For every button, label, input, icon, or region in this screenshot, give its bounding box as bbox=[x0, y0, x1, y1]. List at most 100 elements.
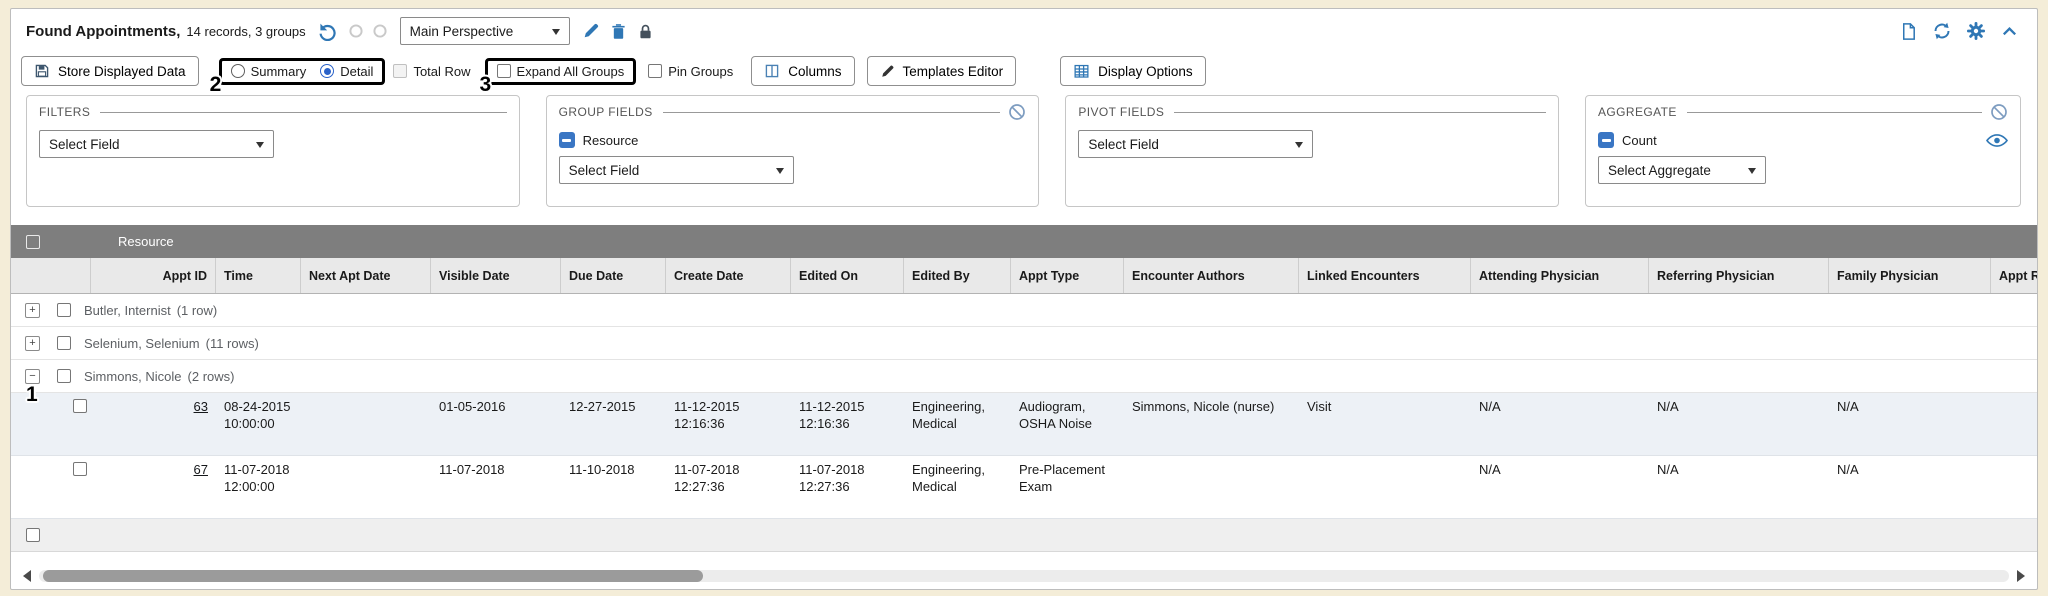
pin-groups-checkbox[interactable] bbox=[648, 64, 662, 78]
footer-checkbox[interactable] bbox=[26, 528, 40, 542]
expand-group-icon[interactable]: + bbox=[25, 303, 40, 318]
detail-radio[interactable] bbox=[320, 64, 334, 78]
group-field-select-value: Select Field bbox=[569, 163, 640, 178]
delete-perspective-trash-icon[interactable] bbox=[610, 23, 627, 40]
expand-all-groups-label: Expand All Groups bbox=[517, 64, 625, 79]
total-row-control: Total Row bbox=[393, 64, 470, 79]
scrollbar-thumb[interactable] bbox=[43, 570, 703, 582]
aggregate-visibility-eye-icon[interactable] bbox=[1986, 133, 2008, 148]
column-header-appt-id[interactable]: Appt ID bbox=[91, 258, 216, 293]
aggregate-clear-icon[interactable] bbox=[1990, 103, 2008, 121]
row-lead-cell bbox=[11, 393, 91, 455]
remove-group-field-icon[interactable] bbox=[559, 132, 575, 148]
scrollbar-track[interactable] bbox=[39, 570, 2009, 582]
column-header-edited-by[interactable]: Edited By bbox=[904, 258, 1011, 293]
group-field-chip-row: Resource bbox=[559, 132, 1027, 148]
appointments-table: Resource Appt ID Time Next Apt Date Visi… bbox=[11, 225, 2038, 552]
cell-due-date: 11-10-2018 bbox=[561, 456, 666, 518]
cell-appt-type: Audiogram, OSHA Noise bbox=[1011, 393, 1124, 455]
column-header-appt-re[interactable]: Appt Re bbox=[1991, 258, 2038, 293]
group-name: Selenium, Selenium bbox=[84, 336, 200, 351]
column-header-family-physician[interactable]: Family Physician bbox=[1829, 258, 1991, 293]
display-options-label: Display Options bbox=[1098, 64, 1193, 79]
undo-icon[interactable] bbox=[318, 21, 338, 41]
aggregate-select[interactable]: Select Aggregate bbox=[1598, 156, 1766, 184]
pivot-field-select-value: Select Field bbox=[1088, 137, 1159, 152]
group-fields-clear-icon[interactable] bbox=[1008, 103, 1026, 121]
appt-id-link[interactable]: 67 bbox=[194, 462, 208, 477]
appt-id-link[interactable]: 63 bbox=[194, 399, 208, 414]
group-name: Simmons, Nicole bbox=[84, 369, 182, 384]
records-summary: 14 records, 3 groups bbox=[186, 24, 305, 39]
row-checkbox[interactable] bbox=[73, 399, 87, 413]
column-header-appt-type[interactable]: Appt Type bbox=[1011, 258, 1124, 293]
detail-radio-label: Detail bbox=[340, 64, 373, 79]
history-disabled-icon[interactable] bbox=[372, 23, 388, 39]
cell-encounter-authors: Simmons, Nicole (nurse) bbox=[1124, 393, 1299, 455]
column-header-visible-date[interactable]: Visible Date bbox=[431, 258, 561, 293]
templates-pencil-icon bbox=[880, 64, 895, 79]
annotation-marker-1: 1 bbox=[26, 384, 38, 405]
column-header-encounter-authors[interactable]: Encounter Authors bbox=[1124, 258, 1299, 293]
cell-next-apt-date bbox=[301, 393, 431, 455]
export-document-icon[interactable] bbox=[1899, 22, 1918, 41]
scroll-left-icon[interactable] bbox=[23, 570, 31, 582]
cell-referring-physician: N/A bbox=[1649, 456, 1829, 518]
filters-panel-title: FILTERS bbox=[39, 105, 90, 119]
select-all-checkbox[interactable] bbox=[26, 235, 40, 249]
templates-editor-button[interactable]: Templates Editor bbox=[867, 56, 1017, 86]
row-checkbox[interactable] bbox=[73, 462, 87, 476]
group-checkbox[interactable] bbox=[57, 336, 71, 350]
group-row-selenium: + Selenium, Selenium (11 rows) bbox=[11, 327, 2038, 360]
pivot-fields-panel: PIVOT FIELDS Select Field bbox=[1065, 95, 1559, 207]
scroll-right-icon[interactable] bbox=[2017, 570, 2025, 582]
total-row-checkbox[interactable] bbox=[393, 64, 407, 78]
expand-group-icon[interactable]: + bbox=[25, 336, 40, 351]
refresh-icon[interactable] bbox=[1932, 21, 1952, 41]
column-header-create-date[interactable]: Create Date bbox=[666, 258, 791, 293]
cell-referring-physician: N/A bbox=[1649, 393, 1829, 455]
edit-perspective-pencil-icon[interactable] bbox=[582, 22, 600, 40]
cell-attending-physician: N/A bbox=[1471, 393, 1649, 455]
collapse-group-icon[interactable]: − bbox=[25, 369, 40, 384]
lock-icon[interactable] bbox=[637, 23, 654, 40]
cell-time: 08-24-2015 10:00:00 bbox=[216, 393, 301, 455]
cell-create-date: 11-12-2015 12:16:36 bbox=[666, 393, 791, 455]
column-header-edited-on[interactable]: Edited On bbox=[791, 258, 904, 293]
settings-gear-icon[interactable] bbox=[1966, 21, 1986, 41]
group-fields-panel-rule bbox=[663, 112, 1001, 113]
column-header-time[interactable]: Time bbox=[216, 258, 301, 293]
filters-field-select[interactable]: Select Field bbox=[39, 130, 274, 158]
column-header-row: Appt ID Time Next Apt Date Visible Date … bbox=[11, 258, 2038, 294]
templates-editor-label: Templates Editor bbox=[903, 64, 1004, 79]
column-header-attending-physician[interactable]: Attending Physician bbox=[1471, 258, 1649, 293]
cell-edited-by: Engineering, Medical bbox=[904, 393, 1011, 455]
column-header-next-apt-date[interactable]: Next Apt Date bbox=[301, 258, 431, 293]
title-row: Found Appointments, 14 records, 3 groups… bbox=[11, 9, 2037, 53]
redo-disabled-icon[interactable] bbox=[348, 23, 364, 39]
column-header-due-date[interactable]: Due Date bbox=[561, 258, 666, 293]
pivot-field-select[interactable]: Select Field bbox=[1078, 130, 1313, 158]
columns-button[interactable]: Columns bbox=[751, 56, 854, 86]
cell-time: 11-07-2018 12:00:00 bbox=[216, 456, 301, 518]
display-options-button[interactable]: Display Options bbox=[1060, 56, 1206, 86]
expand-all-groups-checkbox[interactable] bbox=[497, 64, 511, 78]
column-header-linked-encounters[interactable]: Linked Encounters bbox=[1299, 258, 1471, 293]
row-lead-cell bbox=[11, 456, 91, 518]
filters-field-select-value: Select Field bbox=[49, 137, 120, 152]
group-row-count: (2 rows) bbox=[188, 369, 235, 384]
collapse-chevron-up-icon[interactable] bbox=[2000, 22, 2019, 41]
column-header-referring-physician[interactable]: Referring Physician bbox=[1649, 258, 1829, 293]
remove-aggregate-field-icon[interactable] bbox=[1598, 132, 1614, 148]
aggregate-panel-rule bbox=[1687, 112, 1982, 113]
aggregate-select-value: Select Aggregate bbox=[1608, 163, 1711, 178]
group-checkbox[interactable] bbox=[57, 369, 71, 383]
group-field-select[interactable]: Select Field bbox=[559, 156, 794, 184]
cell-appt-id: 67 bbox=[91, 456, 216, 518]
summary-radio[interactable] bbox=[231, 64, 245, 78]
group-checkbox[interactable] bbox=[57, 303, 71, 317]
perspective-select[interactable]: Main Perspective bbox=[400, 17, 570, 45]
pivot-fields-panel-rule bbox=[1174, 112, 1546, 113]
aggregate-panel-header: AGGREGATE bbox=[1598, 104, 2008, 120]
store-displayed-data-button[interactable]: Store Displayed Data bbox=[21, 56, 199, 86]
